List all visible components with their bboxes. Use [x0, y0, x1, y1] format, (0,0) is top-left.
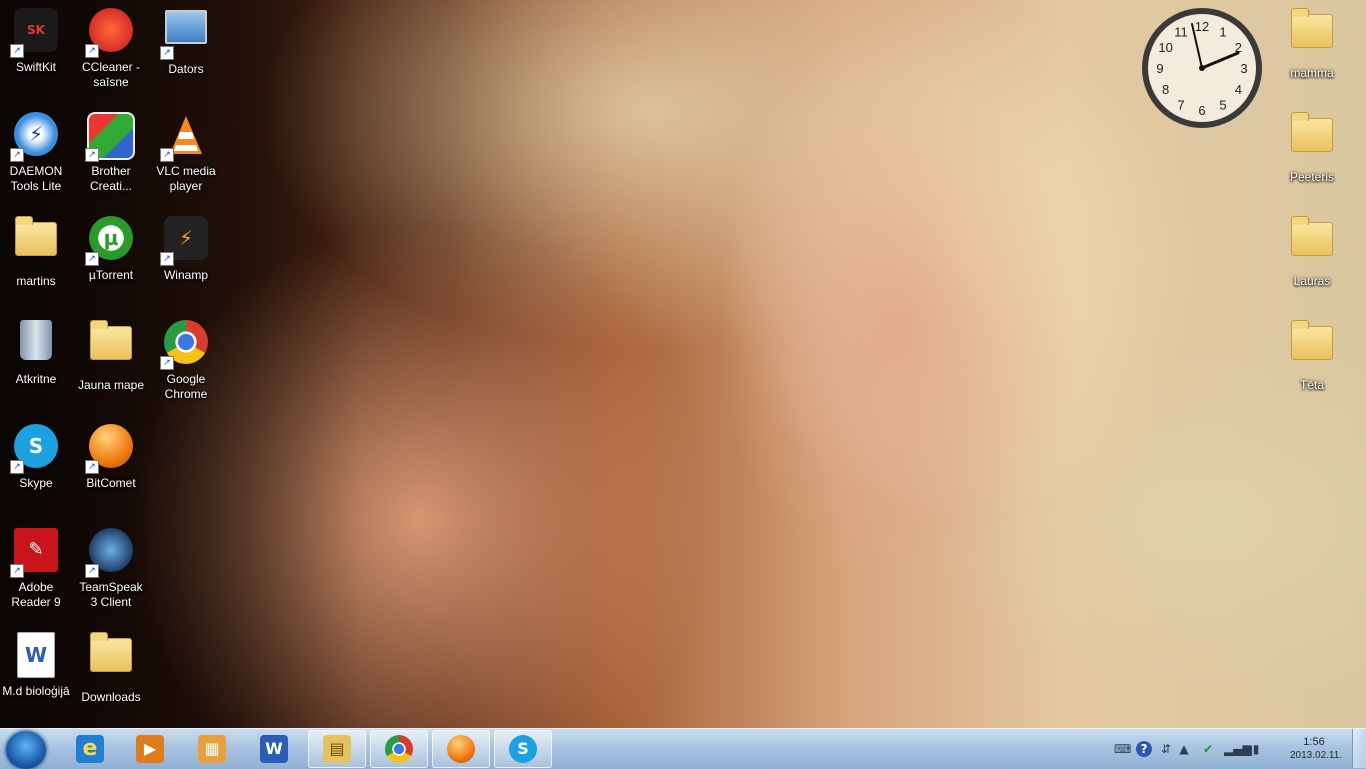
clock-numeral: 10 — [1158, 40, 1172, 55]
daemon-tools-icon: ⚡ ↗ — [10, 112, 60, 162]
desktop-icon-teta[interactable]: Tēta — [1276, 316, 1348, 414]
brother-icon: ↗ — [85, 112, 135, 162]
winamp-icon: ⚡ ↗ — [160, 216, 210, 266]
word-icon: W — [260, 735, 288, 763]
folder-icon — [1288, 320, 1336, 374]
help-icon[interactable]: ? — [1136, 741, 1152, 757]
network-status-icon[interactable]: ✔ — [1200, 741, 1216, 757]
desktop-icon-ccleaner[interactable]: ↗ CCleaner - saīsne — [75, 4, 147, 102]
clock-numeral: 9 — [1156, 61, 1163, 76]
desktop-icon-jauna-mape[interactable]: Jauna mape — [75, 316, 147, 414]
clock-numeral: 5 — [1219, 97, 1226, 112]
folder-icon — [1288, 112, 1336, 166]
desktop-icon-adobe-reader[interactable]: ✎ ↗ Adobe Reader 9 — [0, 524, 72, 622]
folder-icon — [1288, 8, 1336, 62]
clock-numeral: 8 — [1162, 82, 1169, 97]
power-icon[interactable]: ▮ — [1248, 741, 1264, 757]
clock-numeral: 4 — [1235, 82, 1242, 97]
vlc-icon: ↗ — [160, 112, 210, 162]
desktop-icon-word-document[interactable]: W M.d bioloģijā — [0, 628, 72, 726]
explorer-icon: ▤ — [323, 735, 351, 763]
desktop-icon-peeteris[interactable]: Peeteris — [1276, 108, 1348, 206]
taskbar: e ▶ ▦ W ▤ S ⌨ ? ⇵ ▲ ✔ ▂▄▆ ▮ — [0, 728, 1366, 769]
word-document-icon: W — [12, 632, 60, 680]
desktop-icon-skype[interactable]: S ↗ Skype — [0, 420, 72, 518]
desktop-icon-martins[interactable]: martins — [0, 212, 72, 310]
clock-numeral: 6 — [1198, 103, 1205, 118]
clock-gadget[interactable]: 12 1 2 3 4 5 6 7 8 9 10 11 — [1140, 6, 1264, 130]
utorrent-icon: µ ↗ — [85, 216, 135, 266]
paint-icon: ▦ — [198, 735, 226, 763]
desktop-icon-brother[interactable]: ↗ Brother Creati... — [75, 108, 147, 206]
skype-icon: S ↗ — [10, 424, 60, 474]
desktop-icon-mamma[interactable]: mamma — [1276, 4, 1348, 102]
ie-icon: e — [76, 735, 104, 763]
taskbar-bitcomet[interactable] — [432, 730, 490, 768]
chrome-icon: ↗ — [160, 320, 210, 370]
desktop-icon-recycle-bin[interactable]: Atkritne — [0, 316, 72, 414]
windows-start-icon[interactable] — [6, 731, 46, 769]
tray-time: 1:56 — [1303, 736, 1325, 748]
desktop-icon-dators[interactable]: ↗ Dators — [150, 4, 222, 102]
show-hidden-icons-icon[interactable]: ▲ — [1176, 741, 1192, 757]
taskbar-chrome[interactable] — [370, 730, 428, 768]
desktop-icon-vlc[interactable]: ↗ VLC media player — [150, 108, 222, 206]
media-player-icon: ▶ — [136, 735, 164, 763]
taskbar-explorer[interactable]: ▤ — [308, 730, 366, 768]
clock-numeral: 1 — [1219, 25, 1226, 40]
ccleaner-icon: ↗ — [85, 8, 135, 58]
desktop-icon-daemon-tools[interactable]: ⚡ ↗ DAEMON Tools Lite — [0, 108, 72, 206]
taskbar-word[interactable]: W — [246, 730, 302, 768]
clock-numeral: 7 — [1177, 97, 1184, 112]
swiftkit-icon: SK ↗ — [10, 8, 60, 58]
bitcomet-icon — [447, 735, 475, 763]
tray-overflow-icon[interactable]: ⇵ — [1158, 741, 1174, 757]
desktop-icon-teamspeak[interactable]: ↗ TeamSpeak 3 Client — [75, 524, 147, 622]
computer-icon: ↗ — [160, 10, 210, 60]
clock-numeral: 12 — [1195, 19, 1209, 34]
clock-numeral: 3 — [1240, 61, 1247, 76]
skype-icon: S — [509, 735, 537, 763]
desktop-icon-lauras[interactable]: Lauras — [1276, 212, 1348, 310]
tray-date: 2013.02.11. — [1290, 750, 1343, 761]
desktop-icon-utorrent[interactable]: µ ↗ µTorrent — [75, 212, 147, 310]
desktop-icon-winamp[interactable]: ⚡ ↗ Winamp — [150, 212, 222, 310]
user-folder-icon — [12, 216, 60, 270]
bitcomet-icon: ↗ — [85, 424, 135, 474]
taskbar-paint[interactable]: ▦ — [184, 730, 240, 768]
adobe-reader-icon: ✎ ↗ — [10, 528, 60, 578]
taskbar-skype[interactable]: S — [494, 730, 552, 768]
keyboard-icon[interactable]: ⌨ — [1114, 741, 1131, 757]
desktop-icon-swiftkit[interactable]: SK ↗ SwiftKit — [0, 4, 72, 102]
taskbar-ie[interactable]: e — [62, 730, 118, 768]
recycle-bin-icon — [12, 320, 60, 368]
desktop-icon-bitcomet[interactable]: ↗ BitComet — [75, 420, 147, 518]
signal-strength-icon[interactable]: ▂▄▆ — [1224, 741, 1252, 757]
desktop-icon-downloads[interactable]: Downloads — [75, 628, 147, 726]
chrome-icon — [385, 735, 413, 763]
downloads-folder-icon — [87, 632, 135, 686]
show-desktop-button[interactable] — [1352, 729, 1366, 768]
desktop-icon-chrome[interactable]: ↗ Google Chrome — [150, 316, 222, 414]
folder-icon — [87, 320, 135, 374]
tray-clock[interactable]: 1:56 2013.02.11. — [1290, 735, 1343, 763]
clock-center — [1199, 65, 1205, 71]
teamspeak-icon: ↗ — [85, 528, 135, 578]
folder-icon — [1288, 216, 1336, 270]
clock-numeral: 11 — [1174, 25, 1188, 40]
taskbar-media-player[interactable]: ▶ — [122, 730, 178, 768]
